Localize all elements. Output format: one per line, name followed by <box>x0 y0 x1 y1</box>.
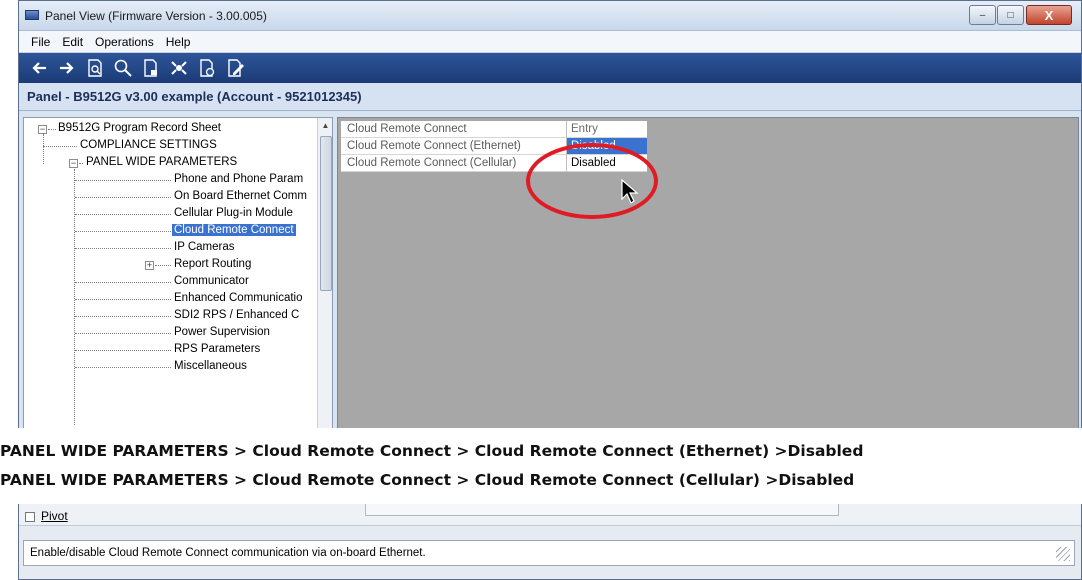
menu-operations[interactable]: Operations <box>89 35 160 49</box>
network-icon[interactable] <box>169 58 189 78</box>
tree-item-miscellaneous[interactable]: Miscellaneous <box>174 358 247 375</box>
tree-connector <box>43 134 44 164</box>
tree-item-label: Power Supervision <box>174 326 270 338</box>
pivot-checkbox[interactable] <box>25 512 35 522</box>
tree-item-power-supervision[interactable]: Power Supervision <box>174 324 270 341</box>
tree-view[interactable]: − B9512G Program Record Sheet COMPLIANCE… <box>23 117 333 428</box>
expand-toggle[interactable]: + <box>145 261 154 270</box>
maximize-button[interactable]: □ <box>997 5 1024 25</box>
tree-item-label: Phone and Phone Param <box>174 173 304 185</box>
close-button[interactable]: X <box>1026 5 1072 25</box>
tree-root[interactable]: B9512G Program Record Sheet <box>58 120 221 137</box>
tree-connector <box>48 129 56 130</box>
menu-bar: File Edit Operations Help <box>19 31 1081 53</box>
menu-edit[interactable]: Edit <box>56 35 89 49</box>
pivot-label: Pivot <box>41 509 68 523</box>
collapse-toggle[interactable]: − <box>38 125 47 134</box>
tree-item-ip-cameras[interactable]: IP Cameras <box>174 239 235 256</box>
tree-item-enhanced-communication[interactable]: Enhanced Communicatio <box>174 290 303 307</box>
app-icon <box>25 10 39 20</box>
grid-header-name: Cloud Remote Connect <box>341 121 567 138</box>
tree-connector <box>43 146 77 147</box>
panel-view-window: Panel View (Firmware Version - 3.00.005)… <box>18 0 1082 428</box>
tree-item-label: SDI2 RPS / Enhanced C <box>174 309 300 321</box>
edit-document-icon[interactable] <box>225 58 245 78</box>
tree-connector <box>75 333 171 334</box>
tree-item-label: Miscellaneous <box>174 360 247 372</box>
grid-header-value: Entry <box>567 121 647 138</box>
scroll-thumb[interactable] <box>320 136 332 291</box>
tree-item-cloud-remote-connect[interactable]: Cloud Remote Connect <box>172 222 296 239</box>
tree-item-label: IP Cameras <box>174 241 235 253</box>
panel-view-window-bottom: Pivot Enable/disable Cloud Remote Connec… <box>18 504 1082 580</box>
tree-connector <box>74 169 75 425</box>
lock-document-icon[interactable] <box>141 58 161 78</box>
tree-item-communicator[interactable]: Communicator <box>174 273 249 290</box>
pivot-row: Pivot <box>19 504 1081 526</box>
tree-item-label: COMPLIANCE SETTINGS <box>80 139 217 151</box>
property-grid: Cloud Remote Connect Entry Cloud Remote … <box>337 117 1079 428</box>
menu-file[interactable]: File <box>25 35 56 49</box>
tree-item-label: PANEL WIDE PARAMETERS <box>86 156 238 168</box>
tree-item-report-routing[interactable]: Report Routing <box>174 256 251 273</box>
obscured-panel <box>365 504 839 516</box>
tree-connector <box>79 163 83 164</box>
tree-connector <box>75 214 171 215</box>
tree-connector <box>155 265 171 266</box>
grid-header-row: Cloud Remote Connect Entry <box>341 121 647 138</box>
tree-connector <box>75 248 171 249</box>
forward-arrow-icon[interactable] <box>57 58 77 78</box>
status-text: Enable/disable Cloud Remote Connect comm… <box>30 547 426 559</box>
tree-item-label: Cellular Plug-in Module <box>174 207 293 219</box>
tree-root-label: B9512G Program Record Sheet <box>58 122 222 134</box>
scroll-up-arrow-icon[interactable]: ▲ <box>318 118 332 134</box>
tree-item-label: Enhanced Communicatio <box>174 292 303 304</box>
tree-item-label: Cloud Remote Connect <box>172 224 296 236</box>
caption-line-2: PANEL WIDE PARAMETERS > Cloud Remote Con… <box>0 471 855 489</box>
status-bar: Enable/disable Cloud Remote Connect comm… <box>23 540 1075 566</box>
mouse-cursor-icon <box>621 179 639 204</box>
caption-band: PANEL WIDE PARAMETERS > Cloud Remote Con… <box>0 428 1082 504</box>
tree-connector <box>75 299 171 300</box>
property-name: Cloud Remote Connect (Ethernet) <box>341 138 567 155</box>
toolbar <box>19 53 1081 83</box>
find-document-icon[interactable] <box>85 58 105 78</box>
tree-item-label: Communicator <box>174 275 249 287</box>
tree-connector <box>75 316 171 317</box>
tree-connector <box>75 282 171 283</box>
tree-item-label: Report Routing <box>174 258 252 270</box>
back-arrow-icon[interactable] <box>29 58 49 78</box>
tree-item-ethernet[interactable]: On Board Ethernet Comm <box>174 188 307 205</box>
tree-connector <box>75 350 171 351</box>
timed-document-icon[interactable] <box>197 58 217 78</box>
tree-item-rps-parameters[interactable]: RPS Parameters <box>174 341 260 358</box>
tree-connector <box>75 231 171 232</box>
tree-connector <box>75 180 171 181</box>
tree-scrollbar[interactable]: ▲ <box>317 118 332 428</box>
menu-help[interactable]: Help <box>160 35 197 49</box>
tree-item-cellular[interactable]: Cellular Plug-in Module <box>174 205 293 222</box>
tree-item-label: RPS Parameters <box>174 343 261 355</box>
tree-item-panel-wide[interactable]: PANEL WIDE PARAMETERS <box>86 154 237 171</box>
tree-item-label: On Board Ethernet Comm <box>174 190 307 202</box>
tree-item-compliance[interactable]: COMPLIANCE SETTINGS <box>80 137 217 154</box>
window-title: Panel View (Firmware Version - 3.00.005) <box>45 9 267 23</box>
caption-line-1: PANEL WIDE PARAMETERS > Cloud Remote Con… <box>0 442 864 460</box>
tree-item-sdi2-rps[interactable]: SDI2 RPS / Enhanced C <box>174 307 299 324</box>
resize-grip-icon[interactable] <box>1056 547 1070 561</box>
tree-connector <box>75 197 171 198</box>
tree-connector <box>75 367 171 368</box>
panel-header: Panel - B9512G v3.00 example (Account - … <box>19 83 1081 111</box>
collapse-toggle[interactable]: − <box>69 159 78 168</box>
title-bar[interactable]: Panel View (Firmware Version - 3.00.005)… <box>19 1 1081 31</box>
search-icon[interactable] <box>113 58 133 78</box>
minimize-button[interactable]: – <box>969 5 996 25</box>
tree-item-phone[interactable]: Phone and Phone Param <box>174 171 303 188</box>
